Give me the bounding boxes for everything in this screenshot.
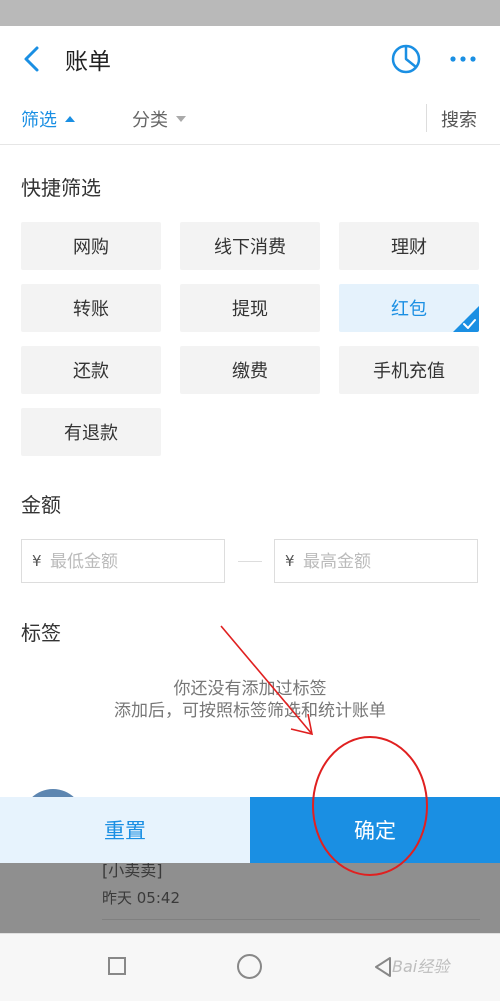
currency-symbol: ¥ (285, 552, 295, 570)
filter-bar: 筛选 分类 搜索 (0, 92, 500, 145)
range-separator (238, 561, 262, 562)
chip-bill-payment[interactable]: 缴费 (180, 346, 320, 394)
recent-apps-icon[interactable] (108, 957, 126, 975)
min-amount-field[interactable]: ¥ (21, 539, 225, 583)
chip-transfer[interactable]: 转账 (21, 284, 161, 332)
chip-refund[interactable]: 有退款 (21, 408, 161, 456)
chip-mobile-topup[interactable]: 手机充值 (339, 346, 479, 394)
nav-back-icon[interactable] (372, 956, 394, 978)
chip-repayment[interactable]: 还款 (21, 346, 161, 394)
category-tab[interactable]: 分类 (132, 106, 186, 132)
quick-filter-title: 快捷筛选 (21, 176, 101, 200)
filter-tab-label: 筛选 (21, 110, 57, 131)
chip-online-shopping[interactable]: 网购 (21, 222, 161, 270)
action-bar: 重置 确定 (0, 797, 500, 863)
filter-tab[interactable]: 筛选 (21, 106, 75, 132)
chip-wealth[interactable]: 理财 (339, 222, 479, 270)
search-button[interactable]: 搜索 (441, 106, 477, 132)
watermark: Bai经验 (392, 957, 450, 976)
pie-chart-icon[interactable] (390, 43, 422, 75)
caret-up-icon (65, 116, 75, 122)
more-options-icon[interactable] (448, 45, 478, 73)
list-item-time: 昨天 05:42 (102, 889, 180, 907)
caret-down-icon (176, 116, 186, 122)
tags-empty-line2: 添加后，可按照标签筛选和统计账单 (114, 701, 386, 721)
page-title: 账单 (65, 49, 111, 75)
tags-title: 标签 (21, 621, 61, 645)
chip-red-packet-label: 红包 (391, 299, 427, 320)
chip-offline-spending[interactable]: 线下消费 (180, 222, 320, 270)
app-header: 账单 (0, 26, 500, 93)
amount-title: 金额 (21, 493, 61, 517)
currency-symbol: ¥ (32, 552, 42, 570)
min-amount-input[interactable] (48, 548, 222, 576)
confirm-button[interactable]: 确定 (250, 797, 500, 863)
back-arrow-icon[interactable] (20, 45, 46, 73)
status-bar (0, 0, 500, 26)
home-icon[interactable] (237, 954, 262, 979)
chip-red-packet[interactable]: 红包 (339, 284, 479, 332)
list-divider (102, 919, 480, 920)
filter-panel: 快捷筛选 网购 线下消费 理财 转账 提现 红包 还款 缴费 手机充值 有退款 … (0, 145, 500, 797)
chip-withdraw[interactable]: 提现 (180, 284, 320, 332)
max-amount-input[interactable] (301, 548, 475, 576)
max-amount-field[interactable]: ¥ (274, 539, 478, 583)
filter-bar-divider (426, 104, 427, 132)
reset-button[interactable]: 重置 (0, 797, 250, 863)
checkmark-icon (463, 319, 476, 329)
category-tab-label: 分类 (132, 110, 168, 131)
